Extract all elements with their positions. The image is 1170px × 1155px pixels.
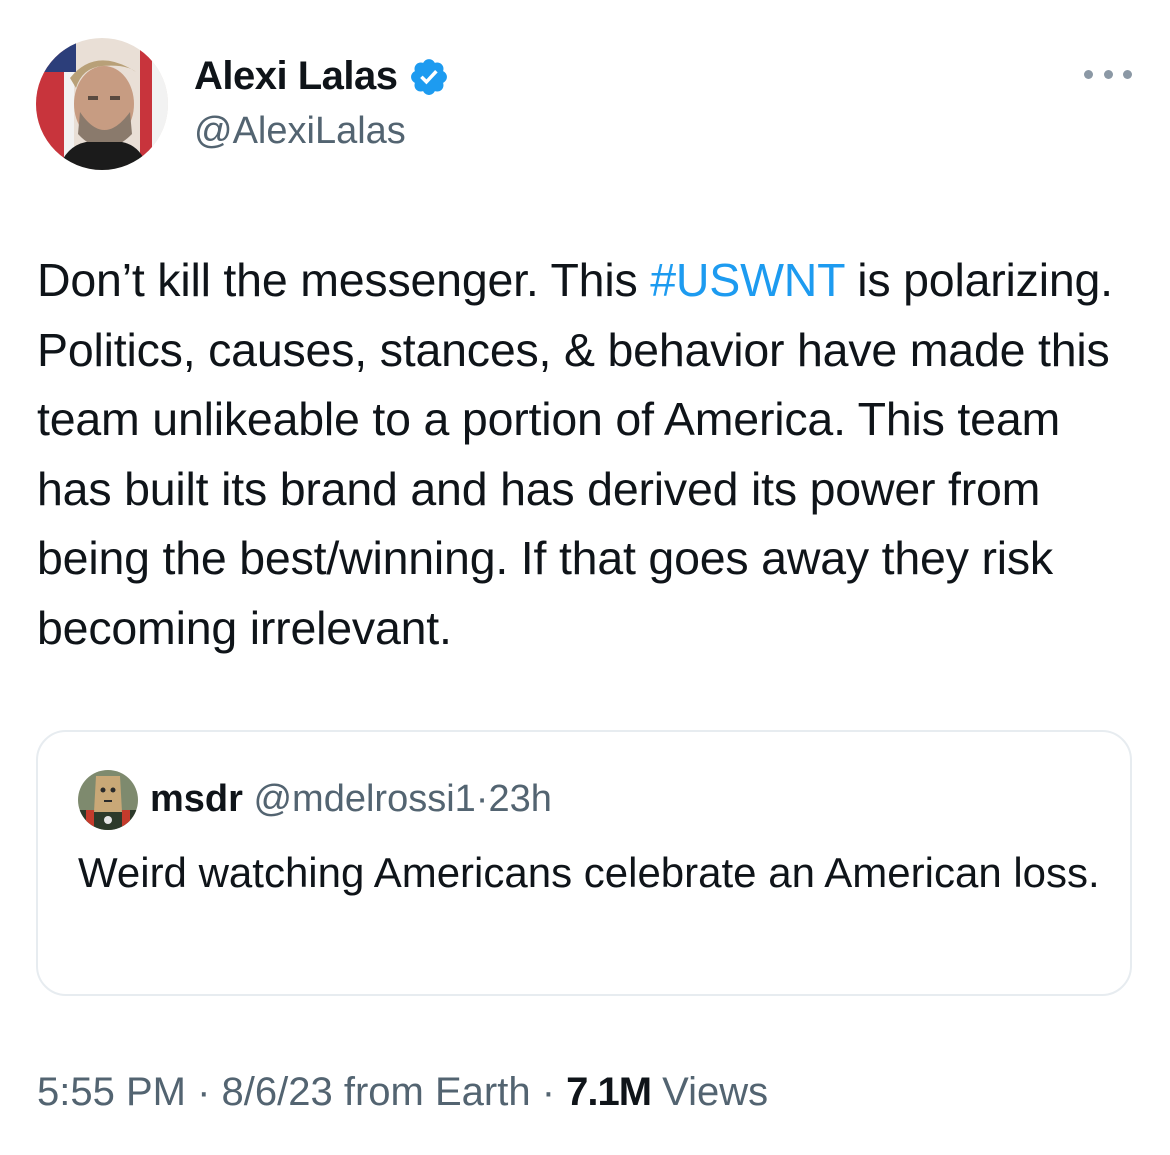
hashtag-link[interactable]: #USWNT [650, 254, 844, 306]
tweet-source: from Earth [332, 1070, 531, 1114]
more-dot [1103, 69, 1113, 79]
quote-separator: · [475, 778, 489, 820]
author-avatar[interactable] [36, 38, 168, 170]
quote-text: Weird watching Americans celebrate an Am… [78, 849, 1100, 896]
more-dot [1123, 69, 1132, 79]
meta-separator: · [530, 1070, 567, 1114]
quote-header: msdr @mdelrossi1·23h [150, 778, 552, 821]
quote-author-avatar[interactable] [78, 770, 138, 830]
quoted-tweet-card[interactable]: msdr @mdelrossi1·23h Weird watching Amer… [36, 730, 1132, 996]
views-label: Views [651, 1070, 769, 1114]
more-dot [1084, 69, 1093, 79]
tweet-meta: 5:55 PM · 8/6/23 from Earth · 7.1M Views [37, 1070, 768, 1115]
author-handle[interactable]: @AlexiLalas [194, 110, 406, 153]
author-name[interactable]: Alexi Lalas [194, 54, 398, 99]
views-count[interactable]: 7.1M [566, 1070, 652, 1114]
meta-separator: · [185, 1070, 222, 1114]
tweet-text-before: Don’t kill the messenger. This [37, 254, 651, 306]
quote-author-name[interactable]: msdr [150, 778, 243, 820]
paper-bag-head-avatar-icon [78, 770, 138, 830]
profile-photo-icon [36, 38, 168, 170]
tweet-time[interactable]: 5:55 PM [37, 1070, 186, 1114]
verified-badge-icon [410, 58, 447, 95]
tweet-text: Don’t kill the messenger. This #USWNT is… [37, 246, 1147, 663]
author-name-row: Alexi Lalas [194, 54, 450, 99]
quote-time[interactable]: 23h [488, 778, 551, 820]
tweet-date[interactable]: 8/6/23 [222, 1070, 333, 1114]
quote-author-handle[interactable]: @mdelrossi1 [253, 778, 475, 820]
tweet-text-after: is polarizing. Politics, causes, stances… [37, 254, 1113, 654]
more-options-icon[interactable] [1084, 62, 1132, 86]
